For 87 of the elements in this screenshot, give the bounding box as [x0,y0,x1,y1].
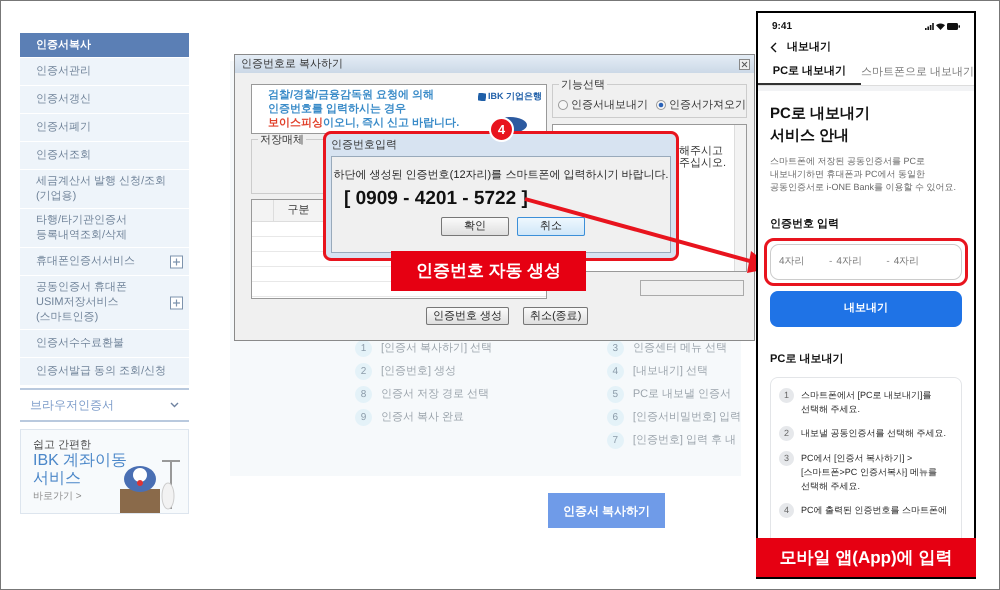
sidebar-item[interactable]: 휴대폰인증서서비스 [20,248,189,276]
step-number: 2 [779,426,794,441]
bank-logo: IBK 기업은행 [488,90,542,103]
notice-text: 주십시오. [679,157,728,169]
separator: - [886,255,890,269]
step-number: 3 [606,340,624,357]
description: 스마트폰에 저장된 공동인증서를 PC로 내보내기하면 휴대폰과 PC에서 동일한 공동인증서로 i-ONE Bank를 이용할 수 있어요. [770,155,958,194]
dialog-message: 하단에 생성된 인증번호(12자리)를 스마트폰에 입력하시기 바랍니다. [334,168,668,183]
dialog-title: 인증번호로 복사하기 [241,56,344,72]
copy-certificate-button[interactable]: 인증서 복사하기 [548,493,665,528]
step-text: [인증서 복사하기] 선택 [381,341,492,356]
radio-button[interactable] [558,100,568,110]
dialog-button[interactable]: 취소 [517,216,585,236]
step-number: 1 [779,388,794,403]
dialog-button[interactable]: 확인 [441,216,509,236]
promo-card[interactable]: 쉽고 간편한 IBK 계좌이동 서비스 바로가기 > [20,429,189,514]
step-number: 5 [606,386,624,403]
logo-icon [478,92,486,101]
step-number: 4 [779,503,794,518]
dialog-button[interactable]: 인증번호 생성 [426,307,510,325]
section-header[interactable]: 브라우저인증서 [20,388,189,422]
step-text: 인증센터 메뉴 선택 [632,341,727,356]
field-label: 인증번호 입력 [770,217,840,232]
dialog-title: 인증번호입력 [331,138,398,153]
step-number: 1 [355,340,372,357]
sidebar-item[interactable]: 인증서관리 [20,58,189,86]
sidebar-item[interactable]: 공동인증서 휴대폰 USIM저장서비스(스마트인증) [20,276,189,330]
step-text: PC에 출력된 인증번호를 스마트폰에 [801,504,948,517]
group-label: 저장매체 [258,134,306,146]
group-label: 기능선택 [559,79,607,91]
step-number: 8 [355,386,372,403]
step-text: PC로 내보낼 인증서 [632,387,732,402]
banner-warning: 보이스피싱이오니, 즉시 신고 바랍니다. [268,116,460,130]
step-number: 6 [606,409,624,426]
step-text: [인증번호] 입력 후 내 [632,433,736,448]
step-text: [인증서비밀번호] 입력 [632,410,741,426]
sidebar-item[interactable]: 인증서갱신 [20,86,189,114]
notice-text: 해주시고 [679,145,724,157]
step-text: 인증서 저장 경로 선택 [381,387,490,402]
code-field[interactable]: 4자리 [836,254,882,269]
step-number: 9 [355,409,372,426]
step-number: 4 [606,363,624,380]
status-time: 9:41 [772,20,792,34]
sidebar-item[interactable]: 타행/타기관인증서 등록내역조회/삭제 [20,209,189,248]
step-text: 내보낼 공동인증서를 선택해 주세요. [801,427,946,440]
separator: - [829,255,832,269]
code-field[interactable]: 4자리 [779,254,825,269]
dialog-button[interactable]: 취소(종료) [523,307,588,325]
banner-text: 인증번호를 입력하시는 경우 [268,102,406,116]
callout-label: 모바일 앱(App)에 입력 [756,538,976,577]
promo-eyebrow: 쉽고 간편한 [33,438,92,452]
radio-button[interactable] [656,100,666,110]
chevron-down-icon [170,402,179,408]
step-number: 7 [606,432,624,449]
code-field[interactable]: 4자리 [894,254,940,269]
step-text: 스마트폰에서 [PC로 내보내기]를 선택해 주세요. [801,389,932,416]
section-title: PC로 내보내기 [770,352,844,366]
banner-text: 검찰/경찰/금융감독원 요청에 의해 [268,88,434,102]
tab[interactable]: 스마트폰으로 내보내기 [860,59,974,85]
radio-option[interactable]: 인증서가져오기 [656,96,746,113]
page-heading: PC로 내보내기 [770,104,872,124]
promo-link[interactable]: 바로가기 > [33,491,188,503]
callout-label: 인증번호 자동 생성 [391,251,586,291]
screen-title: 내보내기 [787,40,831,56]
step-text: [내보내기] 선택 [632,364,708,380]
step-number: 3 [779,451,794,466]
step-text: [인증번호] 생성 [381,364,456,380]
signal-icon [925,22,934,30]
plus-icon[interactable] [170,255,183,268]
sidebar-item[interactable]: 인증서폐기 [20,114,189,142]
step-text: 인증서 복사 완료 [381,410,464,426]
sidebar-item[interactable]: 인증서조회 [20,142,189,170]
sidebar-item[interactable]: 인증서발급 동의 조회/신청 [20,358,189,386]
sidebar-item[interactable]: 세금계산서 발행 신청/조회(기업용) [20,170,189,209]
sidebar-item[interactable]: 인증서수수료환불 [20,330,189,358]
export-button[interactable]: 내보내기 [770,290,962,326]
promo-title: IBK 계좌이동 서비스 [33,452,128,488]
wifi-icon [936,22,945,30]
radio-option[interactable]: 인증서내보내기 [558,96,648,113]
step-number: 2 [355,363,372,380]
close-icon[interactable] [739,58,750,70]
plus-icon[interactable] [170,296,183,309]
page-heading: 서비스 안내 [770,126,850,146]
battery-icon [947,22,960,30]
sidebar-item[interactable]: 인증서복사 [20,33,189,58]
back-icon[interactable] [770,42,777,54]
step-text: PC에서 [인증서 복사하기] > [스마트폰>PC 인증서복사] 메뉴를 선택해 주세요. [801,452,937,493]
